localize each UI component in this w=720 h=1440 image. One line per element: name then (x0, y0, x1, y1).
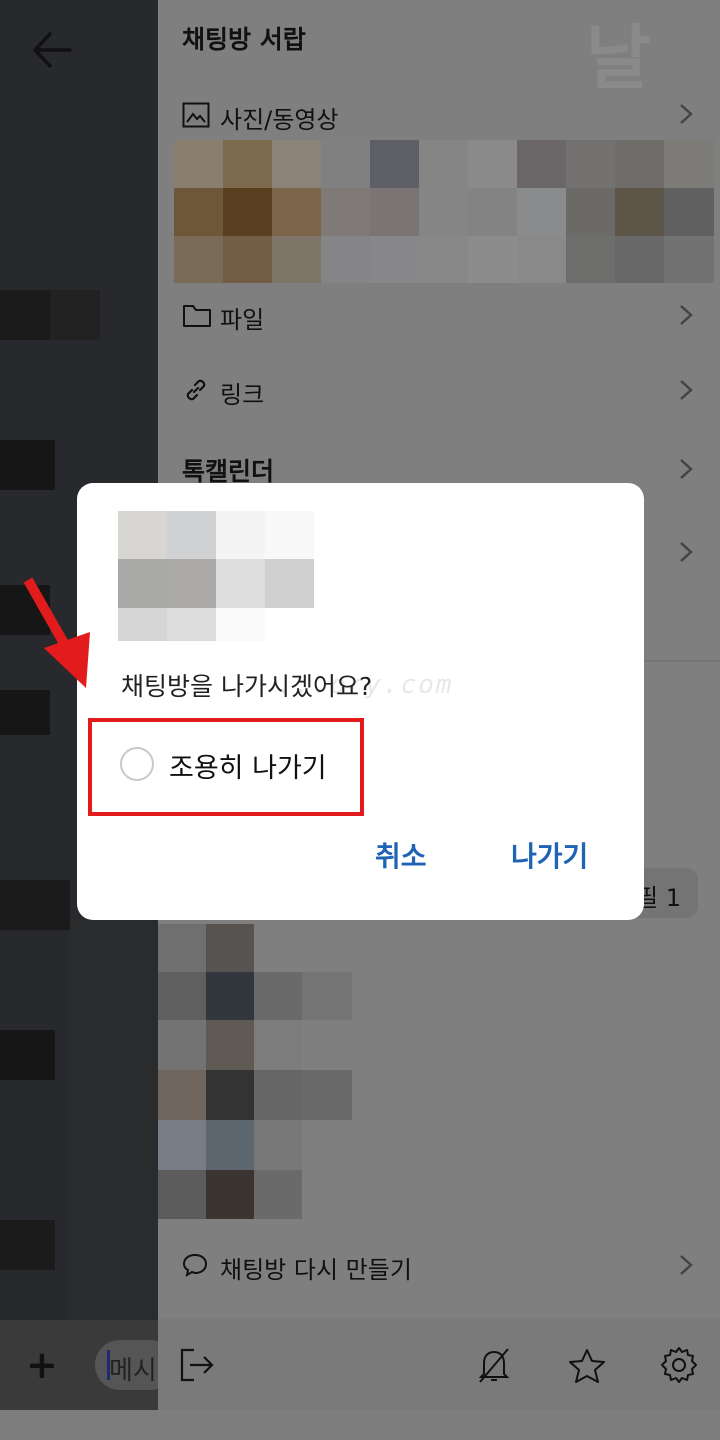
bell-off-icon[interactable] (476, 1346, 512, 1384)
leave-button[interactable]: 나가기 (511, 835, 588, 875)
back-button[interactable] (30, 28, 74, 72)
message-input-placeholder: 메시 (109, 1356, 157, 1386)
drawer-row-files-label: 파일 (220, 306, 265, 334)
member-avatars[interactable] (158, 924, 354, 1219)
drawer-row-recreate-chat[interactable]: 채팅방 다시 만들기 (158, 1240, 720, 1290)
link-icon (186, 379, 206, 401)
chevron-right-icon (680, 1255, 693, 1275)
chevron-right-icon[interactable] (676, 540, 696, 564)
photo-thumbnails[interactable] (174, 140, 714, 283)
highlight-box (88, 718, 364, 816)
drawer-row-files[interactable]: 파일 (158, 290, 720, 340)
chat-room-thumbnail (118, 511, 314, 641)
leave-chat-dialog: ...ory.com 채팅방을 나가시겠어요? 조용히 나가기 취소 나가기 (77, 483, 644, 920)
exit-icon[interactable] (180, 1348, 216, 1382)
dialog-question: 채팅방을 나가시겠어요? (121, 672, 373, 701)
drawer-row-links-label: 링크 (220, 381, 265, 409)
back-arrow-icon (33, 32, 72, 68)
chat-bubble-icon (182, 1253, 208, 1277)
star-icon[interactable] (568, 1348, 606, 1384)
drawer-row-photos-label: 사진/동영상 (220, 106, 339, 134)
system-nav-bar (0, 1410, 720, 1440)
drawer-row-recreate-label: 채팅방 다시 만들기 (220, 1256, 412, 1284)
plus-icon[interactable]: + (26, 1345, 58, 1385)
red-arrow-annotation (23, 577, 90, 688)
drawer-bottom-bar (158, 1318, 720, 1410)
folder-icon (183, 305, 211, 327)
chevron-right-icon (680, 104, 693, 124)
drawer-row-links[interactable]: 링크 (158, 365, 720, 415)
chevron-right-icon (680, 459, 693, 479)
chevron-right-icon (680, 305, 693, 325)
chevron-right-icon (680, 380, 693, 400)
gear-icon[interactable] (660, 1346, 698, 1384)
image-icon (182, 102, 210, 128)
drawer-title: 채팅방 서랍 (182, 25, 306, 54)
drawer-row-photos[interactable]: 사진/동영상 (158, 88, 720, 138)
drawer-decoration: 날 (586, 17, 651, 99)
cancel-button[interactable]: 취소 (375, 835, 427, 875)
